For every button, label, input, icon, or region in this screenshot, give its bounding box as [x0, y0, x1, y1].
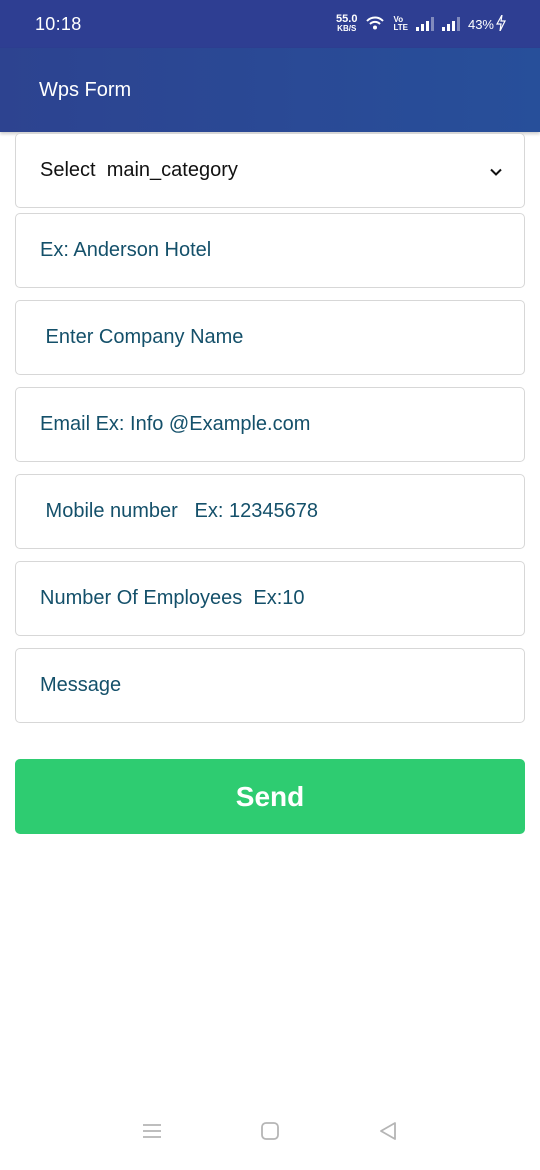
network-speed-unit: KB/S [337, 24, 357, 33]
message-input[interactable]: Message [15, 648, 525, 723]
home-square-icon[interactable] [259, 1120, 281, 1142]
battery-level: 43% [467, 16, 494, 32]
email-placeholder: Email Ex: Info @Example.com [40, 413, 311, 435]
charging-icon [495, 14, 506, 34]
company-name-input[interactable]: Enter Company Name [15, 300, 525, 375]
system-nav-bar [0, 1100, 540, 1170]
app-bar: Wps Form [0, 48, 540, 132]
employees-count-input[interactable]: Number Of Employees Ex:10 [15, 561, 525, 636]
volte-icon: Vo LTE [393, 16, 408, 32]
status-time: 10:18 [35, 13, 82, 34]
status-bar: 10:18 55.0 KB/S Vo LTE 43% [0, 0, 540, 48]
hotel-name-input[interactable]: Ex: Anderson Hotel [15, 213, 525, 288]
main-category-select-label: Select main_category [40, 159, 238, 181]
mobile-number-input[interactable]: Mobile number Ex: 12345678 [15, 474, 525, 549]
menu-icon[interactable] [141, 1122, 163, 1140]
employees-count-placeholder: Number Of Employees Ex:10 [40, 587, 305, 609]
back-triangle-icon[interactable] [377, 1120, 399, 1142]
company-name-placeholder: Enter Company Name [40, 326, 244, 348]
network-speed-value: 55.0 [336, 13, 358, 25]
network-speed: 55.0 KB/S [336, 13, 358, 34]
email-input[interactable]: Email Ex: Info @Example.com [15, 387, 525, 462]
signal-icon-sim1 [415, 17, 434, 31]
status-icons: 55.0 KB/S Vo LTE 43% [336, 13, 506, 34]
send-button[interactable]: Send [15, 759, 525, 834]
wifi-icon [365, 15, 385, 34]
page-title: Wps Form [39, 78, 132, 101]
chevron-down-icon [488, 163, 504, 179]
hotel-name-placeholder: Ex: Anderson Hotel [40, 239, 212, 261]
battery-indicator: 43% [467, 14, 506, 34]
signal-icon-sim2 [441, 17, 460, 31]
volte-bottom-label: LTE [393, 23, 408, 32]
message-placeholder: Message [40, 674, 122, 696]
mobile-number-placeholder: Mobile number Ex: 12345678 [40, 500, 318, 522]
main-category-select[interactable]: Select main_category [15, 133, 525, 208]
